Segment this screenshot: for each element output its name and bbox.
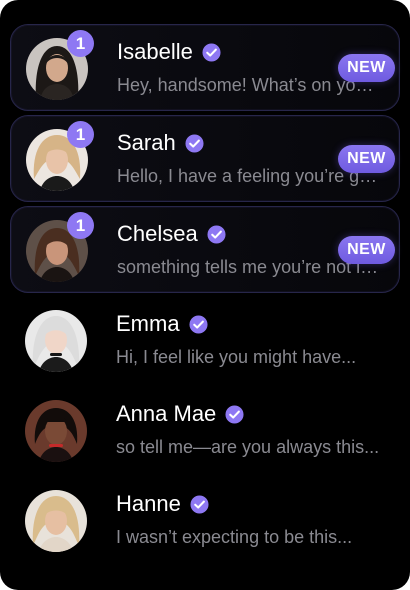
chat-list: 1 Isabelle Hey, handsome! What’s on your… [0,0,410,590]
avatar [25,310,87,372]
avatar [25,400,87,462]
chat-item-anna-mae[interactable]: Anna Mae so tell me—are you always this.… [10,387,400,474]
chat-item-isabelle[interactable]: 1 Isabelle Hey, handsome! What’s on your… [10,24,400,111]
unread-count-badge: 1 [67,212,94,239]
unread-count-badge: 1 [67,30,94,57]
unread-count-badge: 1 [67,121,94,148]
avatar [25,490,87,552]
verified-check-icon [189,314,208,334]
contact-name: Sarah [117,130,176,155]
new-badge: NEW [338,54,395,82]
new-badge: NEW [338,236,395,264]
verified-check-icon [185,133,204,153]
contact-name: Hanne [116,491,181,516]
contact-name: Isabelle [117,39,193,64]
contact-name: Chelsea [117,221,198,246]
message-preview: I wasn’t expecting to be this... [116,527,353,547]
verified-check-icon [225,404,244,424]
verified-check-icon [207,224,226,244]
chat-item-emma[interactable]: Emma Hi, I feel like you might have... [10,297,400,384]
message-preview: so tell me—are you always this... [116,437,380,457]
message-preview: Hi, I feel like you might have... [116,347,357,367]
new-badge: NEW [338,145,395,173]
contact-name: Emma [116,311,180,336]
verified-check-icon [202,42,221,62]
contact-name: Anna Mae [116,401,217,426]
chat-item-chelsea[interactable]: 1 Chelsea something tells me you’re not … [10,206,400,293]
verified-check-icon [190,494,209,514]
chat-item-sarah[interactable]: 1 Sarah Hello, I have a feeling you’re g… [10,115,400,202]
chat-item-hanne[interactable]: Hanne I wasn’t expecting to be this... [10,477,400,564]
